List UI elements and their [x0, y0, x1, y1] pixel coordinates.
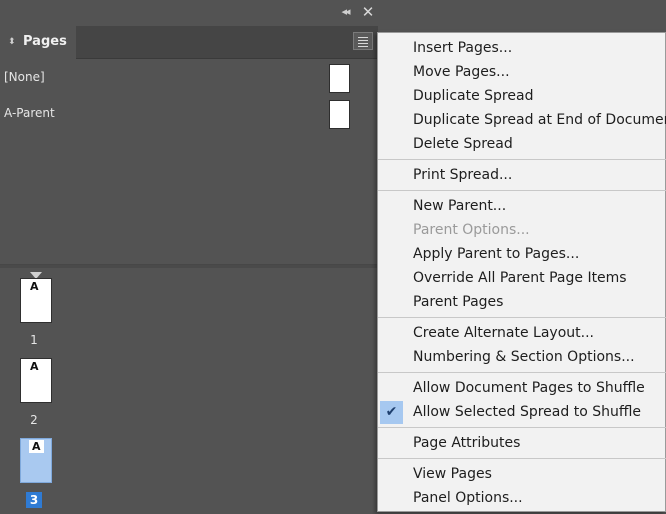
page-thumbnail-2[interactable]: A: [20, 358, 52, 403]
parent-thumbnail[interactable]: [329, 64, 350, 93]
menu-separator: [378, 458, 666, 459]
menu-item-label: Apply Parent to Pages...: [413, 246, 580, 262]
menu-item-label: Panel Options...: [413, 490, 523, 506]
page-parent-letter: A: [30, 360, 39, 373]
page-parent-letter: A: [30, 280, 39, 293]
menu-separator: [378, 159, 666, 160]
panel-title-bar: ◂◂ ✕: [0, 0, 378, 26]
menu-item-insert-pages[interactable]: Insert Pages...: [378, 37, 666, 61]
page-parent-letter: A: [29, 440, 44, 453]
menu-item-label: Allow Document Pages to Shuffle: [413, 380, 645, 396]
checkmark-icon: ✔: [380, 401, 403, 424]
menu-separator: [378, 190, 666, 191]
page-number-1: 1: [30, 333, 38, 347]
menu-item-label: Numbering & Section Options...: [413, 349, 635, 365]
parent-item-label: A-Parent: [4, 106, 55, 120]
menu-item-label: Create Alternate Layout...: [413, 325, 594, 341]
expand-collapse-arrows-icon[interactable]: ⬍: [8, 35, 16, 49]
menu-item-apply-parent-to-pages[interactable]: Apply Parent to Pages...: [378, 243, 666, 267]
parent-item-a-parent[interactable]: A-Parent: [0, 96, 378, 130]
menu-item-view-pages[interactable]: View Pages: [378, 463, 666, 487]
menu-separator: [378, 427, 666, 428]
tab-pages-label: Pages: [23, 34, 67, 49]
hamburger-icon-line: [358, 40, 368, 41]
parent-pages-section: [None] A-Parent: [0, 59, 378, 264]
menu-item-parent-pages[interactable]: Parent Pages: [378, 291, 666, 315]
hamburger-icon-line: [358, 43, 368, 44]
parent-thumbnail[interactable]: [329, 100, 350, 129]
menu-item-delete-spread[interactable]: Delete Spread: [378, 133, 666, 157]
menu-item-new-parent[interactable]: New Parent...: [378, 195, 666, 219]
tab-pages[interactable]: ⬍ Pages: [0, 26, 76, 59]
menu-item-override-all-parent-page-items[interactable]: Override All Parent Page Items: [378, 267, 666, 291]
pages-panel: ⬍ Pages [None] A-Parent A 1 A 2 A 3: [0, 26, 378, 514]
menu-item-allow-selected-spread-to-shuffle[interactable]: ✔ Allow Selected Spread to Shuffle: [378, 401, 666, 425]
page-thumbnail-3[interactable]: A: [20, 438, 52, 483]
menu-item-label: Duplicate Spread: [413, 88, 534, 104]
menu-item-label: Parent Options...: [413, 222, 530, 238]
menu-item-label: Allow Selected Spread to Shuffle: [413, 404, 641, 420]
hamburger-icon-line: [358, 46, 368, 47]
hamburger-icon: [358, 37, 368, 38]
menu-item-allow-document-pages-to-shuffle[interactable]: Allow Document Pages to Shuffle: [378, 377, 666, 401]
parent-item-label: [None]: [4, 70, 45, 84]
page-number-2: 2: [30, 413, 38, 427]
menu-item-label: Print Spread...: [413, 167, 513, 183]
collapse-panel-icon[interactable]: ◂◂: [337, 5, 353, 19]
menu-item-label: Insert Pages...: [413, 40, 513, 56]
menu-item-print-spread[interactable]: Print Spread...: [378, 164, 666, 188]
page-number-3: 3: [26, 492, 42, 508]
parent-item-none[interactable]: [None]: [0, 60, 378, 94]
document-pages-section: A 1 A 2 A 3: [0, 268, 378, 514]
panel-menu-button[interactable]: [353, 32, 373, 50]
menu-item-duplicate-spread[interactable]: Duplicate Spread: [378, 85, 666, 109]
menu-item-parent-options: Parent Options...: [378, 219, 666, 243]
menu-item-label: New Parent...: [413, 198, 507, 214]
menu-item-label: View Pages: [413, 466, 492, 482]
menu-separator: [378, 372, 666, 373]
panel-tab-row: ⬍ Pages: [0, 26, 378, 59]
menu-item-label: Delete Spread: [413, 136, 513, 152]
menu-item-move-pages[interactable]: Move Pages...: [378, 61, 666, 85]
menu-item-label: Parent Pages: [413, 294, 504, 310]
menu-item-panel-options[interactable]: Panel Options...: [378, 487, 666, 511]
panel-flyout-menu: Insert Pages... Move Pages... Duplicate …: [377, 32, 666, 512]
menu-item-label: Move Pages...: [413, 64, 510, 80]
menu-item-page-attributes[interactable]: Page Attributes: [378, 432, 666, 456]
menu-item-label: Duplicate Spread at End of Document: [413, 112, 666, 128]
menu-item-create-alternate-layout[interactable]: Create Alternate Layout...: [378, 322, 666, 346]
menu-item-label: Page Attributes: [413, 435, 521, 451]
page-thumbnail-1[interactable]: A: [20, 278, 52, 323]
menu-item-label: Override All Parent Page Items: [413, 270, 627, 286]
close-icon[interactable]: ✕: [360, 4, 376, 20]
menu-separator: [378, 317, 666, 318]
menu-item-numbering-section-options[interactable]: Numbering & Section Options...: [378, 346, 666, 370]
menu-item-duplicate-spread-at-end[interactable]: Duplicate Spread at End of Document: [378, 109, 666, 133]
